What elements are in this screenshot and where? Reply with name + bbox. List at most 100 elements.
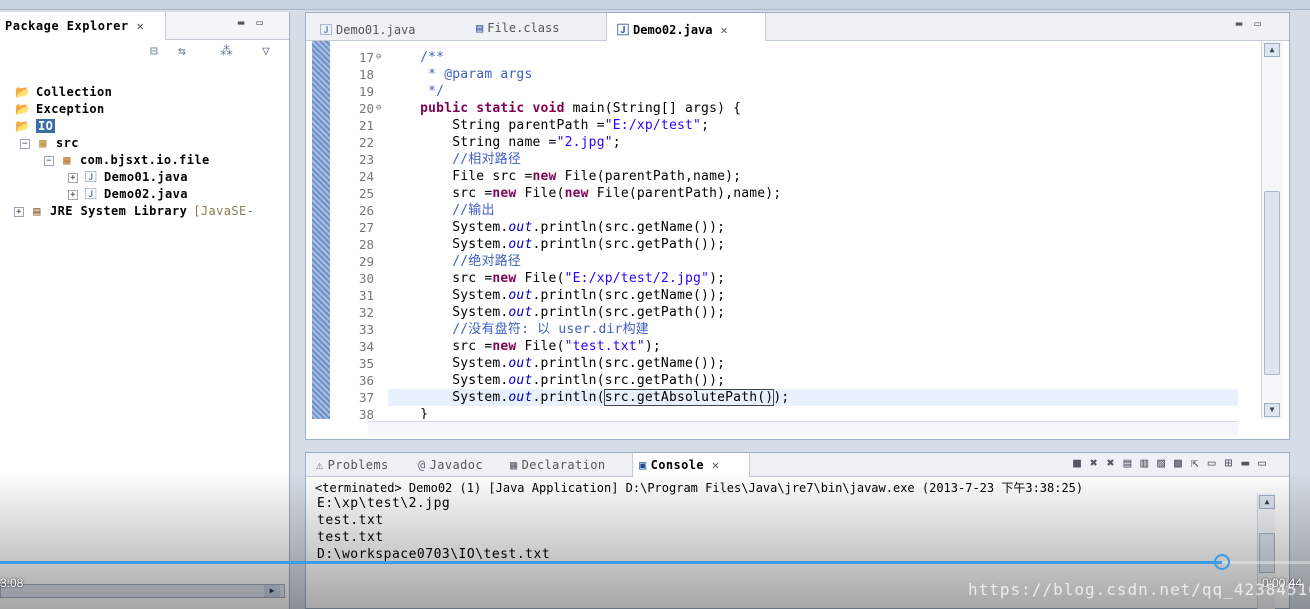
code-line[interactable]: String name ="2.jpg"; — [388, 134, 621, 151]
code-field: out — [508, 237, 533, 252]
code-line[interactable]: src =new File(new File(parentPath),name)… — [388, 185, 781, 202]
expand-icon[interactable]: + — [68, 172, 78, 183]
open-console-icon[interactable]: ⊞ — [1225, 456, 1242, 471]
close-icon[interactable]: ✕ — [721, 23, 728, 37]
tree-item[interactable]: + ▤ JRE System Library [JavaSE- — [14, 203, 254, 220]
code-line[interactable]: //绝对路径 — [388, 253, 521, 270]
minimize-icon[interactable]: ▬ — [1236, 17, 1255, 30]
code-text: System. — [388, 288, 509, 303]
code-line[interactable]: System.out.println(src.getPath()); — [388, 372, 725, 389]
tree-item[interactable]: 📂 Exception — [14, 101, 105, 118]
code-text: .println( — [532, 390, 605, 405]
code-text: main(String[] args) { — [564, 101, 742, 116]
scrollbar-thumb[interactable] — [1264, 191, 1280, 375]
tree-item[interactable]: 📂 Collection — [14, 84, 112, 101]
code-line[interactable]: System.out.println(src.getPath()); — [388, 236, 725, 253]
view-menu-icon[interactable]: ▽ — [262, 44, 270, 59]
link-with-editor-icon[interactable]: ⇆ — [178, 44, 186, 59]
maximize-icon[interactable]: ▭ — [1254, 17, 1273, 30]
code-line[interactable]: //没有盘符: 以 user.dir构建 — [388, 321, 649, 338]
code-line[interactable]: * @param args — [388, 66, 533, 83]
code-line[interactable]: src =new File("test.txt"); — [388, 338, 661, 355]
tab-javadoc[interactable]: @ Javadoc — [412, 453, 500, 477]
close-icon[interactable]: ✕ — [137, 19, 145, 33]
source-folder-icon: ▦ — [39, 136, 47, 150]
line-number: 19 — [358, 84, 374, 99]
line-number: 23 — [358, 152, 374, 167]
code-keyword: new — [564, 186, 589, 201]
package-explorer-tab[interactable]: Package Explorer ✕ — [0, 12, 166, 40]
scrollbar-thumb[interactable] — [1259, 533, 1275, 573]
scroll-right-icon[interactable]: ▶ — [264, 585, 280, 597]
tab-file-class[interactable]: ▤ File.class — [466, 13, 606, 41]
tree-item[interactable]: − ▦ com.bjsxt.io.file — [44, 152, 210, 169]
line-number: 32 — [358, 305, 374, 320]
tab-demo02[interactable]: 🄹 Demo02.java ✕ — [606, 13, 766, 41]
maximize-icon[interactable]: ▭ — [256, 16, 275, 29]
tree-item-label: Demo01.java — [104, 170, 188, 184]
package-explorer-title: Package Explorer — [5, 19, 129, 33]
editor-horizontal-scrollbar[interactable] — [368, 421, 1238, 435]
close-icon[interactable]: ✕ — [712, 458, 720, 472]
display-console-icon[interactable]: ▭ — [1208, 456, 1225, 471]
tab-console[interactable]: ▣ Console ✕ — [632, 453, 750, 477]
code-line[interactable]: System.out.println(src.getName()); — [388, 287, 725, 304]
tab-declaration[interactable]: ▦ Declaration — [504, 453, 632, 477]
editor-vertical-scrollbar[interactable]: ▲ ▼ — [1261, 41, 1283, 419]
code-line[interactable]: System.out.println(src.getName()); — [388, 355, 725, 372]
code-line[interactable]: System.out.println(src.getName()); — [388, 219, 725, 236]
scroll-down-icon[interactable]: ▼ — [1264, 403, 1280, 417]
code-line[interactable]: //相对路径 — [388, 151, 521, 168]
terminate-icon[interactable]: ■ — [1073, 456, 1090, 471]
tree-item[interactable]: + 🄹 Demo02.java — [68, 186, 188, 203]
code-keyword: new — [492, 271, 517, 286]
code-line[interactable]: /** — [388, 49, 444, 66]
code-area[interactable]: /** * @param args */ public static void … — [388, 41, 1238, 419]
clear-console-icon[interactable]: ▤ — [1124, 456, 1141, 471]
scroll-lock-icon[interactable]: ▥ — [1140, 456, 1157, 471]
expand-icon[interactable]: + — [14, 206, 24, 217]
tree-item[interactable]: + 🄹 Demo01.java — [68, 169, 188, 186]
minimize-icon[interactable]: ▬ — [1241, 456, 1258, 471]
java-file-icon: 🄹 — [84, 170, 98, 184]
minimize-icon[interactable]: ▬ — [238, 16, 257, 29]
console-icon: ▣ — [639, 458, 647, 472]
remove-all-icon[interactable]: ✖ — [1107, 456, 1124, 471]
scroll-up-icon[interactable]: ▲ — [1259, 495, 1275, 509]
code-line[interactable]: src =new File("E:/xp/test/2.jpg"); — [388, 270, 725, 287]
fold-toggle-icon[interactable]: ⊖ — [376, 100, 386, 117]
explorer-horizontal-scrollbar[interactable]: ▶ — [0, 584, 285, 598]
collapse-icon[interactable]: − — [44, 155, 54, 166]
fold-toggle-icon[interactable]: ⊖ — [376, 49, 386, 66]
tab-demo01[interactable]: 🄹 Demo01.java — [310, 13, 460, 41]
show-stderr-icon[interactable]: ▩ — [1174, 456, 1191, 471]
tree-item[interactable]: 📂 IO — [14, 118, 56, 135]
tab-problems[interactable]: ⚠ Problems — [310, 453, 408, 477]
code-line[interactable]: */ — [388, 83, 444, 100]
scroll-up-icon[interactable]: ▲ — [1264, 43, 1280, 57]
collapse-icon[interactable]: − — [20, 138, 30, 149]
code-line[interactable]: System.out.println(src.getAbsolutePath()… — [388, 389, 1238, 406]
code-line[interactable]: } — [388, 406, 428, 419]
pin-console-icon[interactable]: ⇱ — [1191, 456, 1208, 471]
code-line[interactable]: File src =new File(parentPath,name); — [388, 168, 741, 185]
code-line[interactable]: public static void main(String[] args) { — [388, 100, 741, 117]
collapse-all-icon[interactable]: ⊟ — [150, 44, 158, 59]
show-stdout-icon[interactable]: ▨ — [1157, 456, 1174, 471]
tree-item[interactable]: − ▦ src — [20, 135, 79, 152]
package-explorer-view: Package Explorer ✕ ▬▭ ⊟ ⇆ ⁂ ▽ 📂 Collection… — [0, 12, 290, 609]
maximize-icon[interactable]: ▭ — [1258, 456, 1275, 471]
code-comment: //相对路径 — [452, 152, 522, 167]
code-line[interactable]: //输出 — [388, 202, 495, 219]
code-line[interactable]: System.out.println(src.getPath()); — [388, 304, 725, 321]
code-text: .println(src.getPath()); — [532, 237, 726, 252]
video-progress-bar[interactable] — [0, 554, 1310, 570]
console-output-line: E:\xp\test\2.jpg — [317, 496, 451, 511]
expand-icon[interactable]: + — [68, 189, 78, 200]
code-text: src = — [388, 186, 493, 201]
tree-item-label: Collection — [36, 85, 113, 99]
view-filter-icon[interactable]: ⁂ — [220, 44, 233, 59]
remove-launch-icon[interactable]: ✖ — [1090, 456, 1107, 471]
code-line[interactable]: String parentPath ="E:/xp/test"; — [388, 117, 709, 134]
